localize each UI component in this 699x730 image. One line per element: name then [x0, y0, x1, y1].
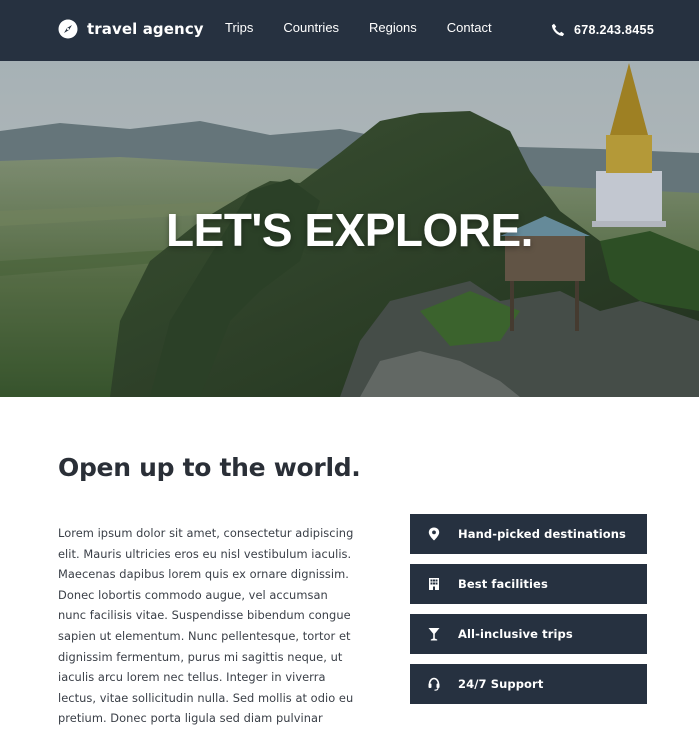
cocktail-icon	[428, 627, 440, 641]
main-nav: Trips Countries Regions Contact	[225, 20, 522, 36]
feature-label: Hand-picked destinations	[458, 527, 626, 541]
building-icon	[428, 577, 440, 591]
nav-contact[interactable]: Contact	[447, 20, 492, 36]
feature-label: All-inclusive trips	[458, 627, 573, 641]
feature-all-inclusive-trips[interactable]: All-inclusive trips	[410, 614, 647, 654]
feature-label: Best facilities	[458, 577, 548, 591]
feature-24-7-support[interactable]: 24/7 Support	[410, 664, 647, 704]
feature-hand-picked-destinations[interactable]: Hand-picked destinations	[410, 514, 647, 554]
feature-best-facilities[interactable]: Best facilities	[410, 564, 647, 604]
nav-trips[interactable]: Trips	[225, 20, 253, 36]
feature-label: 24/7 Support	[458, 677, 544, 691]
brand-logo[interactable]: travel agency	[58, 19, 204, 39]
section-heading: Open up to the world.	[58, 453, 361, 482]
headset-icon	[428, 677, 440, 691]
phone-icon	[551, 23, 565, 37]
hero-banner: LET'S EXPLORE.	[0, 61, 699, 397]
compass-icon	[58, 19, 78, 39]
hero-title: LET'S EXPLORE.	[166, 204, 533, 256]
nav-regions[interactable]: Regions	[369, 20, 417, 36]
phone-number: 678.243.8455	[574, 23, 655, 37]
map-marker-icon	[428, 527, 440, 541]
feature-list: Hand-picked destinations Best facilities…	[410, 514, 647, 714]
nav-countries[interactable]: Countries	[283, 20, 339, 36]
top-navbar: travel agency Trips Countries Regions Co…	[0, 0, 699, 61]
intro-paragraph: Lorem ipsum dolor sit amet, consectetur …	[58, 526, 354, 726]
brand-name: travel agency	[87, 20, 204, 38]
phone-link[interactable]: 678.243.8455	[551, 22, 654, 38]
